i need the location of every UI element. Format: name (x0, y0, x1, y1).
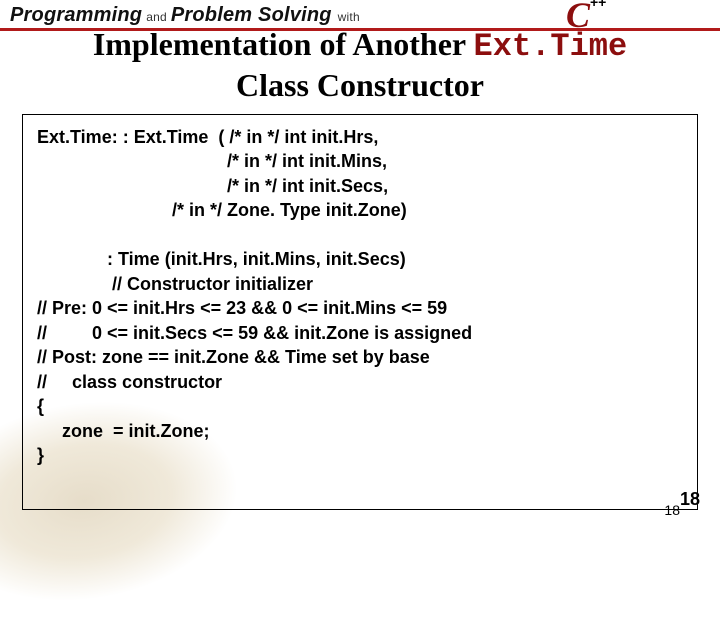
banner-and: and (146, 10, 167, 24)
code-line: // Constructor initializer (37, 274, 313, 294)
code-line: { (37, 396, 44, 416)
title-line-2: Class Constructor (0, 67, 720, 104)
banner-text: Programming and Problem Solving with (0, 4, 360, 27)
code-line: } (37, 445, 44, 465)
banner-problem-solving: Problem Solving (171, 4, 332, 27)
banner-underline (0, 28, 720, 31)
title-prefix: Implementation of Another (93, 26, 474, 62)
code-line: /* in */ Zone. Type init.Zone) (37, 200, 407, 220)
code-frame: Ext.Time: : Ext.Time ( /* in */ int init… (22, 114, 698, 510)
book-banner: Programming and Problem Solving with (0, 0, 720, 30)
cpp-logo-icon: C ++ (566, 0, 612, 34)
code-line: zone = init.Zone; (37, 421, 210, 441)
slide-title: Implementation of Another Ext.Time Class… (0, 24, 720, 104)
logo-plus-plus: ++ (590, 0, 606, 7)
code-line: // Pre: 0 <= init.Hrs <= 23 && 0 <= init… (37, 298, 447, 318)
code-line: Ext.Time: : Ext.Time ( /* in */ int init… (37, 127, 378, 147)
code-line: : Time (init.Hrs, init.Mins, init.Secs) (37, 249, 406, 269)
page-number-small: 18 (664, 502, 680, 518)
banner-programming: Programming (10, 4, 142, 27)
code-line: // Post: zone == init.Zone && Time set b… (37, 347, 430, 367)
code-line: /* in */ int init.Secs, (37, 176, 388, 196)
code-line: // class constructor (37, 372, 222, 392)
code-line: /* in */ int init.Mins, (37, 151, 387, 171)
code-line: // 0 <= init.Secs <= 59 && init.Zone is … (37, 323, 472, 343)
logo-c: C (566, 0, 590, 36)
page-number-large: 18 (680, 489, 700, 510)
code-block: Ext.Time: : Ext.Time ( /* in */ int init… (37, 125, 683, 468)
banner-with: with (336, 10, 360, 24)
